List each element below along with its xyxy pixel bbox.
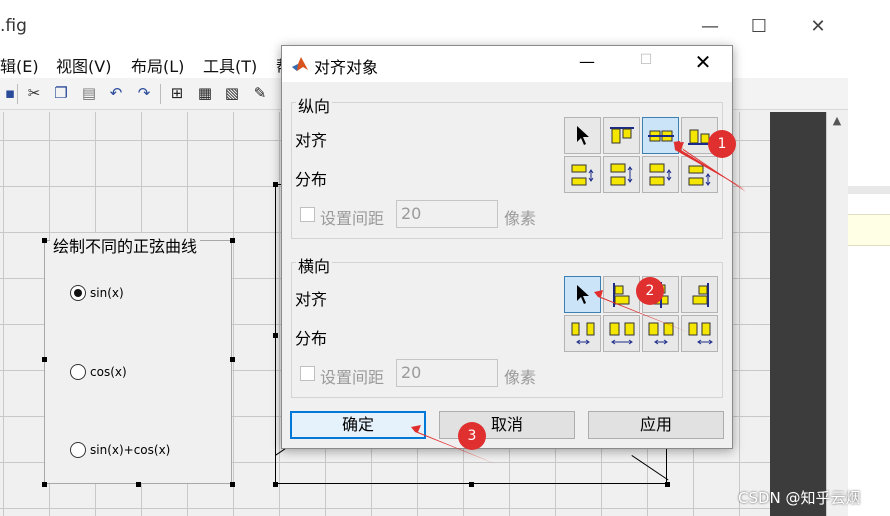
toolbar-separator	[17, 84, 18, 104]
adjacent-window	[848, 0, 890, 516]
paste-icon[interactable]: ▤	[79, 83, 99, 103]
matlab-icon	[292, 57, 308, 71]
vertical-spacing-label: 设置间距	[320, 209, 385, 228]
menu-tools[interactable]: 工具(T)	[203, 53, 257, 77]
vertical-align-top-button[interactable]	[603, 117, 640, 154]
radio-sin-cos-label: sin(x)+cos(x)	[90, 443, 171, 457]
pointer-icon	[576, 284, 589, 304]
horizontal-distribute-button-2[interactable]	[603, 315, 640, 352]
toolbar-separator	[160, 84, 161, 104]
distribute-vertical-icon	[571, 164, 593, 185]
horizontal-spacing-input[interactable]: 20	[396, 359, 498, 387]
distribute-vertical-icon	[610, 163, 632, 185]
guide-title: .fig	[0, 16, 27, 36]
apply-button[interactable]: 应用	[588, 411, 724, 439]
distribute-horizontal-icon	[688, 322, 713, 344]
adjacent-window-band	[848, 186, 890, 194]
pointer-icon	[576, 125, 589, 145]
radio-sin[interactable]	[70, 285, 86, 301]
selection-handle[interactable]	[230, 238, 235, 243]
align-right-icon	[692, 282, 709, 307]
selection-handle[interactable]	[136, 482, 141, 487]
horizontal-spacing-unit: 像素	[504, 368, 537, 387]
ok-button[interactable]: 确定	[290, 411, 426, 439]
radio-sin-cos[interactable]	[70, 442, 86, 458]
distribute-vertical-icon	[688, 165, 710, 186]
selection-handle[interactable]	[42, 238, 47, 243]
horizontal-group-title: 横向	[296, 253, 333, 277]
horizontal-align-label: 对齐	[295, 290, 328, 309]
menu-layout[interactable]: 布局(L)	[131, 53, 184, 77]
horizontal-align-right-button[interactable]	[681, 276, 718, 313]
vertical-group-title: 纵向	[296, 93, 333, 117]
close-button[interactable]: ✕	[805, 14, 831, 40]
undo-icon[interactable]: ↶	[106, 83, 126, 103]
radio-sin-label: sin(x)	[90, 286, 124, 300]
cut-icon[interactable]: ✂	[24, 83, 44, 103]
selection-handle[interactable]	[42, 357, 47, 362]
align-middle-icon	[647, 130, 674, 141]
vertical-distribute-button-1[interactable]	[564, 156, 601, 193]
dialog-maximize-button: ☐	[639, 52, 653, 68]
selection-handle[interactable]	[230, 482, 235, 487]
minimize-button[interactable]: —	[697, 14, 723, 40]
menu-editor-icon[interactable]: ▦	[195, 83, 215, 103]
panel-title: 绘制不同的正弦曲线	[50, 233, 201, 257]
horizontal-distribute-button-1[interactable]	[564, 315, 601, 352]
horizontal-distribute-button-4[interactable]	[681, 315, 718, 352]
radio-cos-label: cos(x)	[90, 365, 127, 379]
horizontal-spacing-label: 设置间距	[320, 368, 385, 387]
vertical-distribute-button-3[interactable]	[642, 156, 679, 193]
vertical-align-label: 对齐	[295, 131, 328, 150]
horizontal-distribute-label: 分布	[295, 329, 328, 348]
annotation-badge-1: 1	[708, 130, 736, 158]
copy-icon[interactable]: ❐	[51, 83, 71, 103]
maximize-button[interactable]: ☐	[746, 14, 772, 40]
annotation-badge-2: 2	[636, 277, 664, 305]
distribute-horizontal-icon	[571, 322, 594, 344]
vertical-align-middle-button[interactable]	[642, 117, 679, 154]
menu-view[interactable]: 视图(V)	[56, 53, 111, 77]
vertical-align-none-button[interactable]	[564, 117, 601, 154]
align-left-icon	[612, 282, 629, 307]
align-tool-icon[interactable]: ⊞	[167, 83, 187, 103]
vertical-spacing-input[interactable]: 20	[396, 200, 498, 228]
horizontal-align-none-button[interactable]	[564, 276, 601, 313]
watermark: CSDN @知乎云烟	[738, 489, 861, 507]
dialog-title: 对齐对象	[314, 58, 379, 77]
horizontal-spacing-checkbox[interactable]	[300, 366, 315, 381]
distribute-horizontal-icon	[648, 322, 673, 344]
annotation-badge-3: 3	[458, 422, 486, 450]
distribute-horizontal-icon	[609, 322, 634, 344]
dialog-minimize-button[interactable]: —	[577, 52, 597, 74]
editor-icon[interactable]: ✎	[250, 83, 270, 103]
distribute-vertical-icon	[649, 163, 671, 185]
horizontal-align-left-button[interactable]	[603, 276, 640, 313]
vertical-scrollbar[interactable]	[826, 112, 848, 516]
vertical-spacing-unit: 像素	[504, 209, 537, 228]
radio-cos[interactable]	[70, 364, 86, 380]
dialog-close-button[interactable]: ✕	[692, 50, 714, 74]
selection-handle[interactable]	[42, 482, 47, 487]
redo-icon[interactable]: ↷	[134, 83, 154, 103]
vertical-spacing-checkbox[interactable]	[300, 207, 315, 222]
horizontal-distribute-button-3[interactable]	[642, 315, 679, 352]
vertical-distribute-button-2[interactable]	[603, 156, 640, 193]
adjacent-window-highlight	[848, 214, 890, 246]
canvas-border	[770, 112, 826, 516]
menu-edit[interactable]: 辑(E)	[0, 53, 39, 77]
vertical-distribute-button-4[interactable]	[681, 156, 718, 193]
tab-order-icon[interactable]: ▧	[222, 83, 242, 103]
align-top-icon	[609, 126, 634, 143]
vertical-distribute-label: 分布	[295, 170, 328, 189]
scroll-up-icon[interactable]: ▲	[826, 114, 848, 132]
selection-handle[interactable]	[230, 357, 235, 362]
